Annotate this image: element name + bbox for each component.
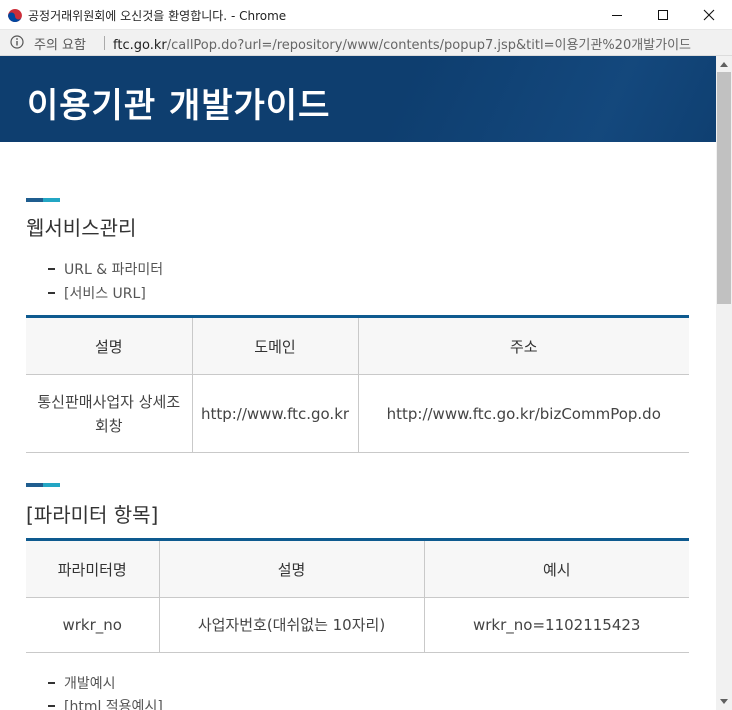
section-title-webservice: 웹서비스관리 [26,216,137,240]
taegeuk-logo-icon [8,8,22,22]
column-header: 파라미터명 [26,539,159,598]
column-header: 도메인 [191,316,358,375]
list-item: [html 적용예시] [48,696,163,710]
page-content: 이용기관 개발가이드 웹서비스관리 URL & 파라미터 [서비스 URL] 설… [0,56,716,710]
list-item: URL & 파라미터 [48,259,163,279]
table-cell: http://www.ftc.go.kr [191,374,358,453]
minimize-button[interactable] [594,0,640,30]
address-separator [104,36,105,50]
address-bar[interactable]: 주의 요함 ftc.go.kr/callPop.do?url=/reposito… [0,30,732,56]
scrollbar-thumb[interactable] [717,72,731,304]
section-title-parameters: [파라미터 항목] [26,503,159,527]
table-cell: http://www.ftc.go.kr/bizCommPop.do [357,374,689,453]
page-header: 이용기관 개발가이드 [0,56,716,142]
scroll-up-icon [720,62,728,67]
table-cell: 사업자번호(대쉬없는 10자리) [158,597,424,653]
list-item: 개발예시 [48,673,116,693]
table-header-row: 설명 도메인 주소 [26,316,689,375]
column-header: 예시 [423,539,689,598]
table-cell: 통신판매사업자 상세조회창 [26,374,192,453]
window-title: 공정거래위원회에 오신것을 환영합니다. - Chrome [28,9,287,23]
table-row: wrkr_no 사업자번호(대쉬없는 10자리) wrkr_no=1102115… [26,597,689,653]
table-header-row: 파라미터명 설명 예시 [26,539,689,598]
scroll-up-button[interactable] [716,56,732,72]
parameter-table: 파라미터명 설명 예시 wrkr_no 사업자번호(대쉬없는 10자리) wrk… [26,538,689,653]
list-item: [서비스 URL] [48,283,146,303]
close-button[interactable] [686,0,732,30]
page-title: 이용기관 개발가이드 [27,86,331,126]
header-decoration [358,56,716,142]
vertical-scrollbar[interactable] [716,56,732,710]
scroll-down-button[interactable] [716,694,732,710]
window-titlebar: 공정거래위원회에 오신것을 환영합니다. - Chrome [0,0,732,30]
column-header: 주소 [357,316,689,375]
url-path: /callPop.do?url=/repository/www/contents… [166,38,692,53]
close-icon [703,9,715,21]
service-url-table: 설명 도메인 주소 통신판매사업자 상세조회창 http://www.ftc.g… [26,315,689,453]
section-accent-bar [26,483,60,487]
maximize-button[interactable] [640,0,686,30]
minimize-icon [612,15,622,16]
table-row: 통신판매사업자 상세조회창 http://www.ftc.go.kr http:… [26,374,689,453]
maximize-icon [658,10,668,20]
column-header: 설명 [26,316,192,375]
table-cell: wrkr_no [26,597,159,653]
url-domain: ftc.go.kr [113,38,167,53]
security-warning-label[interactable]: 주의 요함 [34,34,86,53]
info-icon[interactable] [10,35,24,49]
table-cell: wrkr_no=1102115423 [423,597,689,653]
scroll-down-icon [720,699,728,704]
url-text[interactable]: ftc.go.kr/callPop.do?url=/repository/www… [113,34,691,53]
section-accent-bar [26,198,60,202]
column-header: 설명 [158,539,424,598]
